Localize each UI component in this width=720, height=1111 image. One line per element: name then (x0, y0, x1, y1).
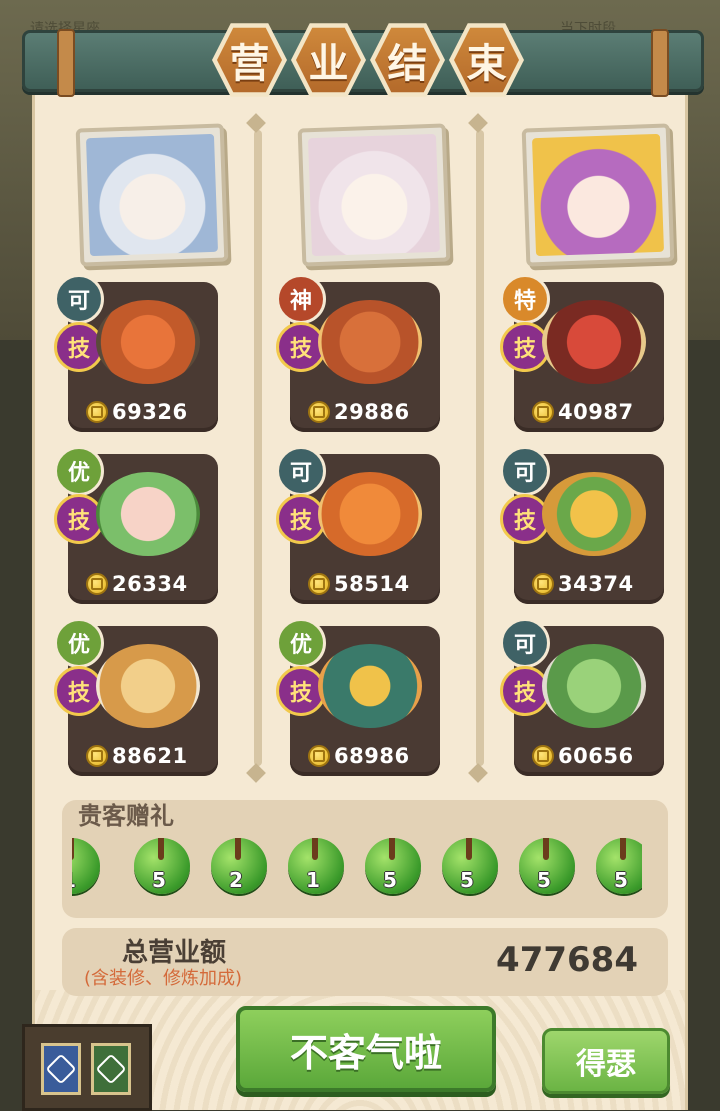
gifts-label: 贵客赠礼 (78, 802, 174, 830)
dish-card[interactable]: 可 技 69326 (54, 274, 218, 432)
gift-item[interactable]: 2 (211, 838, 267, 894)
total-revenue-note: (含装修、修炼加成) (84, 968, 243, 989)
grade-badge: 优 (54, 618, 104, 668)
coin-icon (532, 401, 554, 423)
gift-item[interactable]: 5 (442, 838, 498, 894)
coin-icon (532, 573, 554, 595)
corner-toolbar (22, 1024, 152, 1111)
dish-revenue: 88621 (86, 744, 188, 768)
coin-icon (86, 401, 108, 423)
confirm-button[interactable]: 不客气啦 (236, 1006, 496, 1092)
gift-list[interactable]: 1 5 2 1 5 5 5 5 (72, 838, 642, 910)
dish-icon (542, 300, 646, 390)
gift-item[interactable]: 5 (596, 838, 642, 894)
grade-badge: 可 (500, 618, 550, 668)
dish-icon (318, 300, 422, 390)
dish-revenue: 68986 (308, 744, 410, 768)
total-revenue-panel: 总营业额 (含装修、修炼加成) 477684 (62, 928, 668, 996)
title-hex: 营 (212, 23, 287, 97)
dish-revenue: 69326 (86, 400, 188, 424)
coin-icon (86, 573, 108, 595)
grade-badge: 优 (276, 618, 326, 668)
dish-card[interactable]: 可 技 60656 (500, 618, 664, 776)
chef-face (531, 133, 665, 257)
dish-revenue: 60656 (532, 744, 634, 768)
dish-card[interactable]: 优 技 68986 (276, 618, 440, 776)
gift-item[interactable]: 1 (288, 838, 344, 894)
grade-badge: 可 (54, 274, 104, 324)
gift-item[interactable]: 5 (365, 838, 421, 894)
dish-card[interactable]: 可 技 34374 (500, 446, 664, 604)
dish-revenue: 29886 (308, 400, 410, 424)
chef-portrait[interactable] (521, 123, 675, 267)
grade-badge: 神 (276, 274, 326, 324)
chef-portrait[interactable] (75, 123, 229, 267)
column-divider (246, 113, 266, 783)
title-hex: 结 (370, 23, 445, 97)
show-off-button[interactable]: 得瑟 (542, 1028, 670, 1094)
grade-badge: 特 (500, 274, 550, 324)
dish-icon (96, 472, 200, 562)
dish-icon (96, 300, 200, 390)
dish-card[interactable]: 优 技 88621 (54, 618, 218, 776)
gift-item[interactable]: 1 (72, 838, 100, 894)
coin-icon (308, 573, 330, 595)
chef-face (85, 133, 219, 257)
grade-badge: 优 (54, 446, 104, 496)
gift-item[interactable]: 5 (519, 838, 575, 894)
share-icon[interactable] (41, 1043, 81, 1095)
gift-item[interactable]: 5 (134, 838, 190, 894)
title-hex: 业 (291, 23, 366, 97)
dish-card[interactable]: 特 技 40987 (500, 274, 664, 432)
dish-card[interactable]: 神 技 29886 (276, 274, 440, 432)
save-icon[interactable] (91, 1043, 131, 1095)
coin-icon (308, 745, 330, 767)
coin-icon (86, 745, 108, 767)
column-divider (468, 113, 488, 783)
chef-portrait[interactable] (297, 123, 451, 267)
dish-card[interactable]: 优 技 26334 (54, 446, 218, 604)
dish-icon (318, 644, 422, 734)
dish-revenue: 26334 (86, 572, 188, 596)
dish-revenue: 34374 (532, 572, 634, 596)
guest-gifts-panel: 贵客赠礼 1 5 2 1 5 5 5 5 (62, 800, 668, 918)
dish-icon (542, 472, 646, 562)
total-revenue-value: 477684 (496, 940, 638, 980)
grade-badge: 可 (276, 446, 326, 496)
coin-icon (308, 401, 330, 423)
grade-badge: 可 (500, 446, 550, 496)
dish-icon (318, 472, 422, 562)
coin-icon (532, 745, 554, 767)
page-title: 营 业 结 束 (212, 20, 524, 104)
dish-card[interactable]: 可 技 58514 (276, 446, 440, 604)
dish-icon (542, 644, 646, 734)
rod-cap-right (651, 29, 669, 97)
title-hex: 束 (449, 23, 524, 97)
rod-cap-left (57, 29, 75, 97)
dish-revenue: 40987 (532, 400, 634, 424)
dish-revenue: 58514 (308, 572, 410, 596)
chef-face (307, 133, 441, 257)
dish-icon (96, 644, 200, 734)
